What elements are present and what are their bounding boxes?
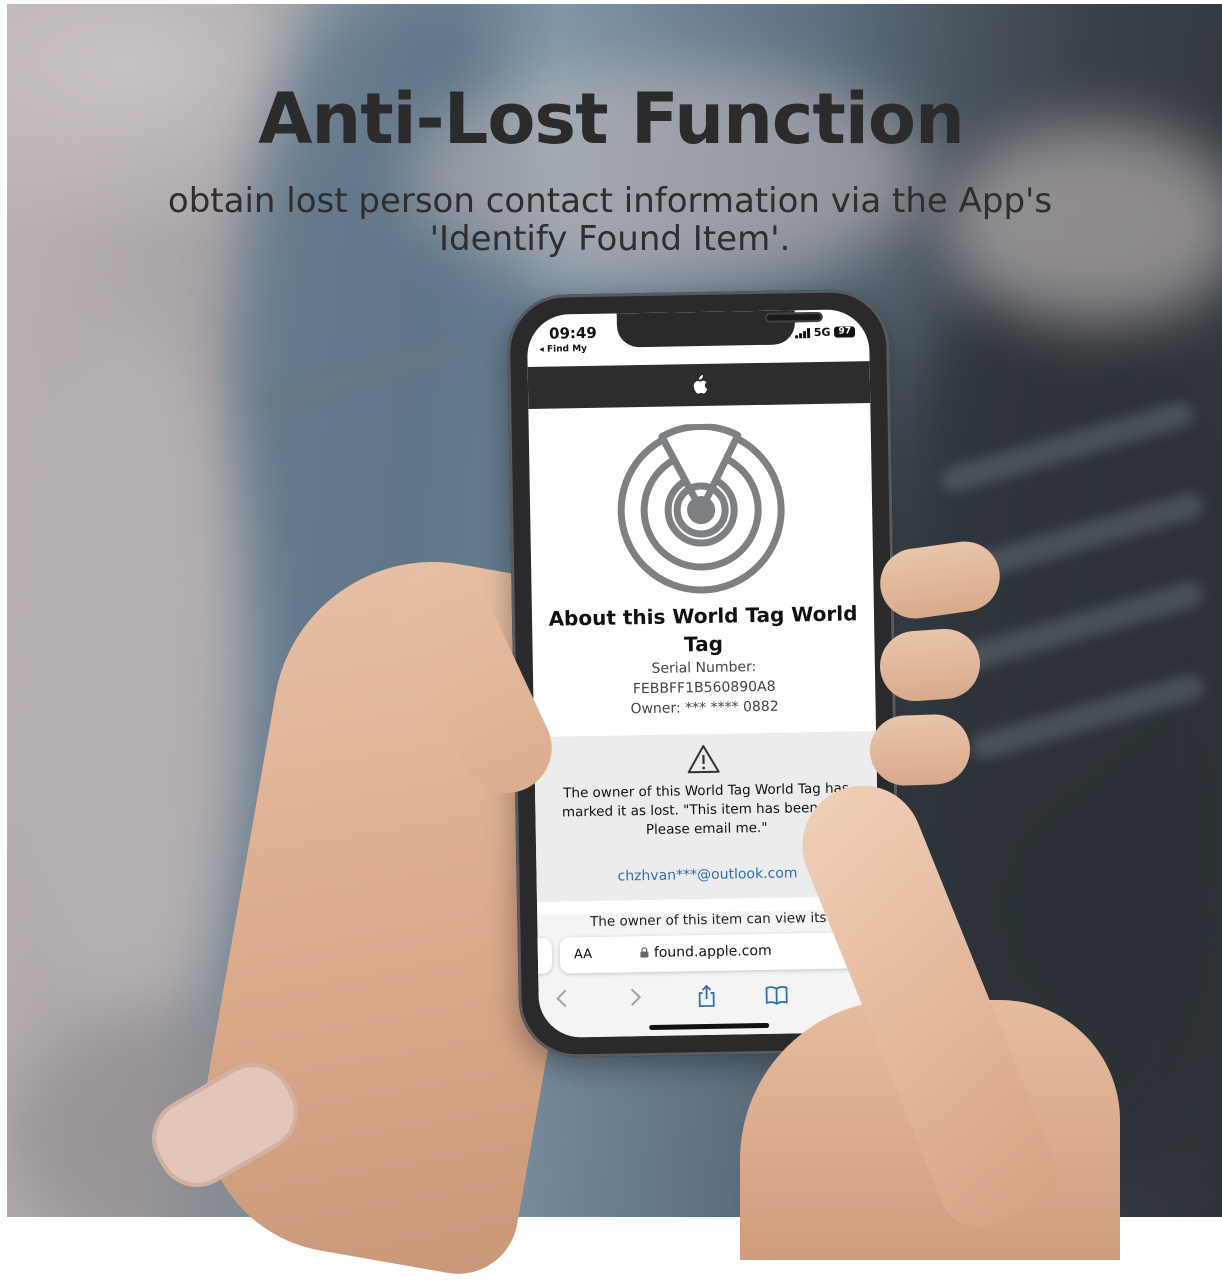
url-text[interactable]: found.apple.com [640, 943, 772, 961]
forward-icon[interactable] [622, 985, 646, 1009]
bookmarks-icon[interactable] [764, 983, 788, 1007]
phone-notch [617, 310, 796, 347]
signal-icon [795, 328, 810, 338]
status-time: 09:49 [549, 324, 597, 343]
couch-blur [7, 324, 247, 1024]
about-title: About this World Tag World Tag [532, 599, 875, 661]
share-icon[interactable] [694, 984, 718, 1008]
serial-number: FEBBFF1B560890A8 [533, 677, 875, 699]
lock-icon [640, 947, 649, 958]
previous-tab-stub[interactable] [530, 938, 553, 974]
status-indicators: 5G 97 [795, 325, 855, 339]
back-icon[interactable] [550, 986, 574, 1010]
reader-aa-button[interactable]: AA [574, 947, 592, 962]
address-bar[interactable]: AA found.apple.com [560, 932, 861, 973]
owner-phone: Owner: *** **** 0882 [533, 697, 875, 719]
apple-icon [690, 375, 708, 395]
phone-screen: 09:49 ◂ Find My 5G 97 About this World T… [527, 309, 882, 1038]
battery-icon: 97 [834, 326, 855, 337]
warning-icon [686, 744, 721, 775]
right-edge-finger [869, 713, 971, 786]
network-type: 5G [814, 326, 831, 339]
browser-toolbar [538, 981, 880, 1017]
radar-icon [614, 423, 789, 598]
url-value: found.apple.com [654, 943, 772, 961]
subheadline: obtain lost person contact information v… [160, 182, 1060, 258]
serial-label: Serial Number: [533, 657, 875, 679]
headline: Anti-Lost Function [0, 78, 1222, 160]
site-header [528, 361, 871, 409]
back-to-find-my[interactable]: ◂ Find My [539, 344, 587, 355]
speaker-grille [765, 312, 823, 323]
